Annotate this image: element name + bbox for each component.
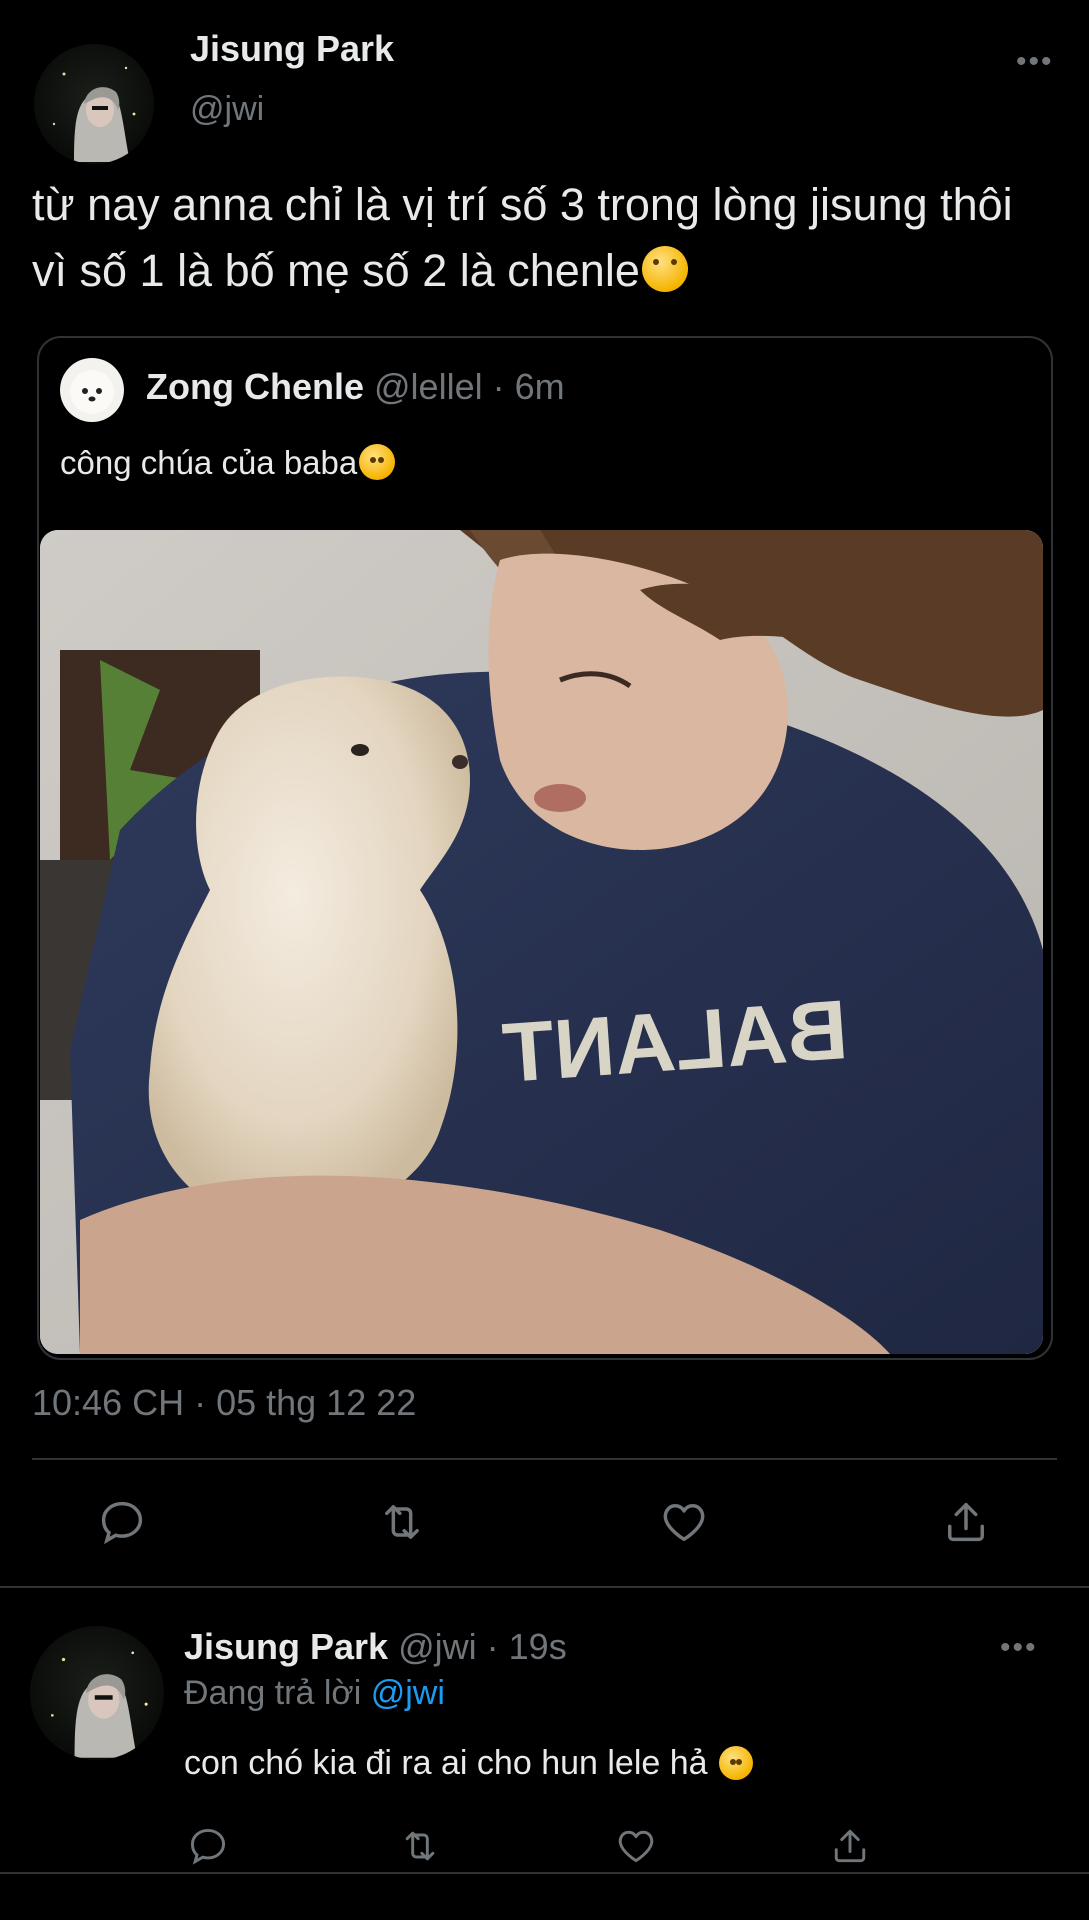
quoted-tweet-time: · 6m bbox=[492, 366, 565, 407]
replying-to-line: Đang trả lời @jwi bbox=[184, 1674, 445, 1713]
reply-button[interactable] bbox=[96, 1496, 148, 1553]
tweet-timestamp[interactable]: 10:46 CH · 05 thg 12 22 bbox=[32, 1382, 416, 1424]
face-blowing-kiss-emoji bbox=[359, 444, 396, 480]
replying-to-handle[interactable]: @jwi bbox=[371, 1674, 445, 1712]
bottom-divider bbox=[0, 1872, 1089, 1874]
photo-illustration: BALANT bbox=[40, 530, 1043, 1354]
like-icon bbox=[618, 1830, 654, 1863]
section-divider bbox=[0, 1586, 1089, 1588]
reply-author-avatar[interactable] bbox=[30, 1626, 164, 1760]
angry-face-emoji bbox=[719, 1746, 754, 1780]
author-handle[interactable]: @jwi bbox=[190, 90, 264, 129]
reply-retweet-button[interactable] bbox=[398, 1824, 442, 1873]
author-avatar[interactable] bbox=[34, 44, 154, 164]
more-options-button[interactable]: ••• bbox=[1016, 47, 1054, 77]
avatar-photo bbox=[52, 66, 136, 162]
reply-author-handle[interactable]: @jwi bbox=[398, 1626, 477, 1667]
like-button[interactable] bbox=[658, 1496, 710, 1553]
quoted-author-avatar[interactable] bbox=[60, 358, 124, 422]
reply-icon bbox=[190, 1828, 226, 1865]
retweet-icon bbox=[405, 1831, 435, 1861]
tweet-text: từ nay anna chỉ là vị trí số 3 trong lòn… bbox=[32, 172, 1052, 304]
avatar-photo bbox=[50, 1651, 148, 1758]
share-button[interactable] bbox=[940, 1496, 992, 1553]
divider bbox=[32, 1458, 1057, 1460]
reply-tweet-header: Jisung Park @jwi · 19s bbox=[184, 1626, 567, 1668]
like-icon bbox=[663, 1504, 705, 1542]
reply-tweet-time: · 19s bbox=[486, 1626, 567, 1667]
quoted-tweet-text-content: công chúa của baba bbox=[60, 444, 358, 481]
quoted-author-name[interactable]: Zong Chenle bbox=[146, 366, 364, 407]
share-icon bbox=[834, 1829, 866, 1863]
quoted-tweet-photo[interactable]: BALANT bbox=[40, 530, 1043, 1354]
quoted-author-handle[interactable]: @lellel bbox=[374, 366, 483, 407]
dog-avatar-photo bbox=[70, 370, 114, 414]
share-icon bbox=[948, 1502, 984, 1542]
reply-share-button[interactable] bbox=[828, 1824, 872, 1873]
replying-to-label: Đang trả lời bbox=[184, 1674, 362, 1712]
author-name[interactable]: Jisung Park bbox=[190, 28, 394, 70]
quoted-tweet-header: Zong Chenle @lellel · 6m bbox=[146, 366, 565, 408]
tweet-text-content: từ nay anna chỉ là vị trí số 3 trong lòn… bbox=[32, 179, 1013, 296]
retweet-button[interactable] bbox=[376, 1496, 428, 1553]
reply-reply-button[interactable] bbox=[186, 1824, 230, 1873]
reply-author-name[interactable]: Jisung Park bbox=[184, 1626, 388, 1667]
hugging-face-emoji bbox=[641, 246, 688, 292]
reply-more-options-button[interactable]: ••• bbox=[1000, 1633, 1038, 1663]
reply-icon bbox=[101, 1501, 143, 1545]
retweet-icon bbox=[385, 1505, 419, 1539]
reply-tweet-text-content: con chó kia đi ra ai cho hun lele hả bbox=[184, 1744, 708, 1782]
reply-tweet-text: con chó kia đi ra ai cho hun lele hả bbox=[184, 1744, 754, 1783]
quoted-tweet-text: công chúa của baba bbox=[60, 444, 396, 482]
reply-like-button[interactable] bbox=[614, 1824, 658, 1873]
